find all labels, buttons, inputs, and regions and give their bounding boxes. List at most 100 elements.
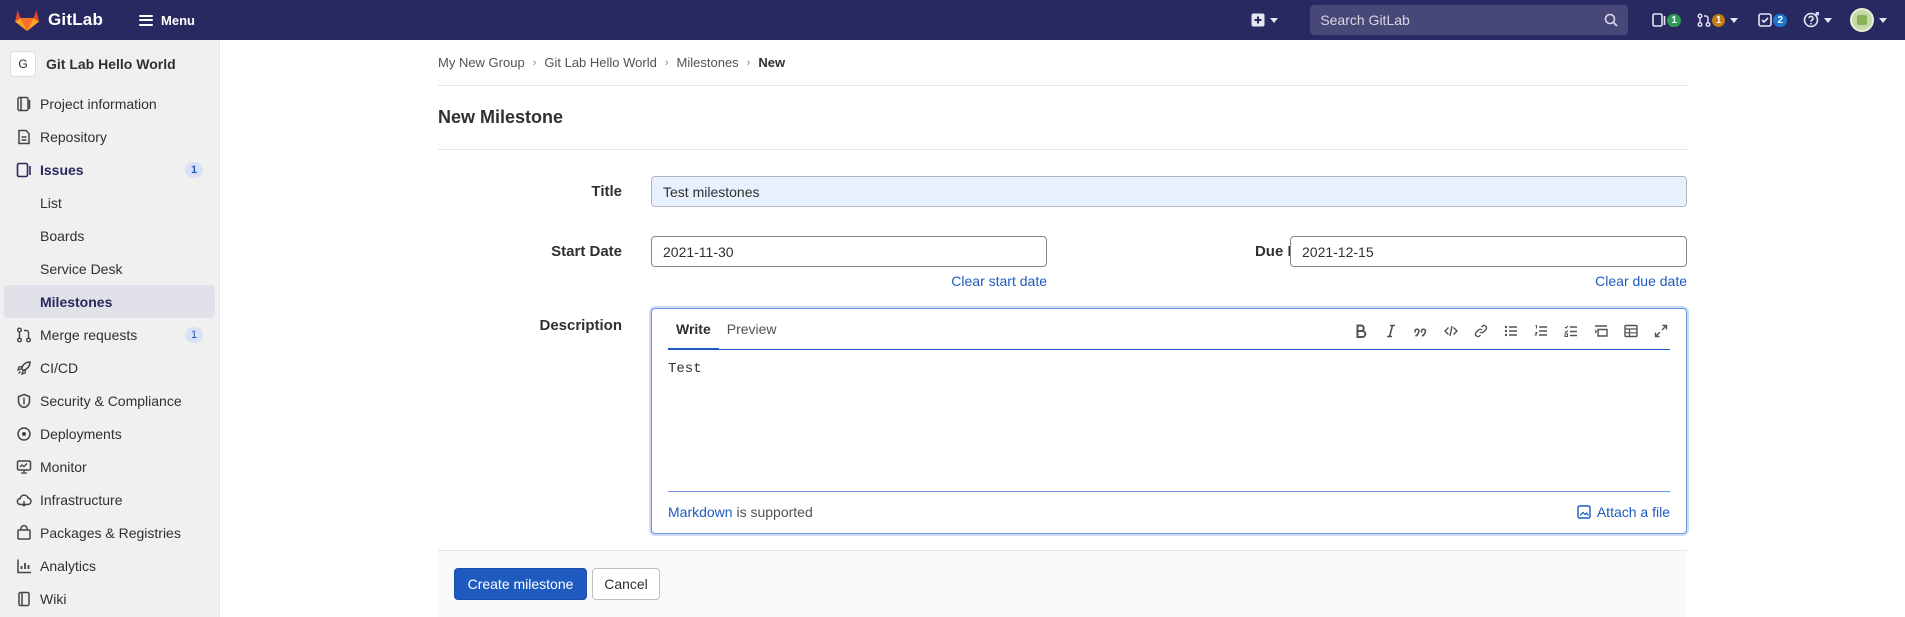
code-button[interactable] (1436, 319, 1466, 343)
package-icon (17, 524, 31, 540)
project-avatar: G (10, 50, 36, 77)
markdown-hint: Markdown is supported (668, 504, 813, 520)
sidebar-item-service-desk[interactable]: Service Desk (0, 252, 219, 285)
shield-icon (17, 393, 31, 408)
sidebar-item-label: Boards (40, 227, 85, 244)
search-icon (1605, 13, 1618, 27)
sidebar-item-infrastructure[interactable]: Infrastructure (0, 483, 219, 516)
menu-label: Menu (161, 12, 195, 28)
collapsible-section-button[interactable] (1586, 319, 1616, 343)
merge-requests-nav-button[interactable]: 1 (1697, 13, 1739, 27)
sidebar-item-label: Service Desk (40, 260, 123, 277)
issues-count-badge: 1 (185, 162, 203, 178)
table-button[interactable] (1616, 319, 1646, 343)
sidebar-item-merge-requests[interactable]: Merge requests 1 (0, 318, 219, 351)
bullet-list-button[interactable] (1496, 319, 1526, 343)
hamburger-icon (139, 14, 154, 26)
chevron-down-icon (1824, 17, 1832, 23)
issues-count-badge: 1 (1667, 13, 1681, 27)
help-button[interactable] (1803, 12, 1832, 28)
bullet-list-icon (1504, 325, 1517, 337)
user-menu-button[interactable] (1850, 8, 1887, 32)
search-box[interactable] (1310, 5, 1629, 35)
create-milestone-button[interactable]: Create milestone (454, 568, 587, 600)
new-dropdown-button[interactable] (1251, 13, 1279, 27)
markdown-help-link[interactable]: Markdown (668, 504, 733, 520)
markdown-toolbar (1346, 319, 1676, 343)
gitlab-logo-icon (15, 10, 39, 31)
quote-button[interactable] (1406, 319, 1436, 343)
markdown-hint-suffix: is supported (732, 503, 813, 520)
link-button[interactable] (1466, 319, 1496, 343)
deployments-icon (17, 426, 31, 441)
sidebar-item-project-information[interactable]: Project information (0, 87, 219, 120)
issues-icon (1652, 13, 1666, 27)
attach-file-label: Attach a file (1596, 503, 1670, 520)
todos-nav-button[interactable]: 2 (1758, 13, 1787, 27)
title-label: Title (591, 183, 622, 200)
breadcrumb-item-milestones[interactable]: Milestones (677, 55, 739, 70)
user-avatar (1850, 8, 1874, 32)
sidebar-item-monitor[interactable]: Monitor (0, 450, 219, 483)
sidebar-item-milestones[interactable]: Milestones (4, 285, 215, 318)
bold-button[interactable] (1346, 319, 1376, 343)
description-textarea[interactable]: Test (668, 361, 1670, 485)
main-content: My New Group › Git Lab Hello World › Mil… (438, 40, 1687, 617)
task-list-icon (1564, 325, 1577, 337)
chevron-right-icon: › (664, 56, 669, 69)
sidebar-item-deployments[interactable]: Deployments (0, 417, 219, 450)
numbered-list-button[interactable] (1526, 319, 1556, 343)
task-list-button[interactable] (1556, 319, 1586, 343)
italic-button[interactable] (1376, 319, 1406, 343)
sidebar-item-packages-registries[interactable]: Packages & Registries (0, 516, 219, 549)
search-input[interactable] (1320, 12, 1581, 28)
top-navbar: GitLab Menu 1 1 2 (0, 0, 1905, 40)
fullscreen-button[interactable] (1646, 319, 1676, 343)
sidebar-item-label: CI/CD (40, 359, 79, 376)
gitlab-home-link[interactable]: GitLab (14, 8, 103, 32)
sidebar-item-repository[interactable]: Repository (0, 120, 219, 153)
due-date-input[interactable] (1290, 236, 1687, 267)
description-label: Description (539, 317, 622, 334)
breadcrumb-item-project[interactable]: Git Lab Hello World (544, 55, 656, 70)
start-date-label: Start Date (551, 243, 622, 260)
sidebar-item-boards[interactable]: Boards (0, 219, 219, 252)
tab-write[interactable]: Write (668, 321, 719, 350)
sidebar-item-wiki[interactable]: Wiki (0, 582, 219, 615)
editor-footer: Markdown is supported Attach a file (668, 491, 1670, 531)
table-icon (1624, 324, 1638, 338)
breadcrumb-item-current[interactable]: New (758, 55, 785, 70)
sidebar-item-label: Analytics (40, 557, 97, 574)
document-icon (18, 129, 30, 144)
sidebar-item-label: Merge requests (40, 326, 138, 343)
sidebar-item-issues[interactable]: Issues 1 (0, 153, 219, 186)
issues-nav-button[interactable]: 1 (1652, 13, 1681, 27)
quote-icon (1414, 328, 1427, 337)
attach-file-button[interactable]: Attach a file (1577, 504, 1670, 520)
merge-request-icon (1697, 13, 1711, 27)
title-input[interactable] (651, 176, 1687, 207)
cancel-button[interactable]: Cancel (592, 568, 660, 600)
sidebar-project-header[interactable]: G Git Lab Hello World (0, 40, 219, 87)
tab-preview[interactable]: Preview (719, 321, 785, 349)
clear-due-date-link[interactable]: Clear due date (1587, 273, 1687, 289)
breadcrumb-item-group[interactable]: My New Group (438, 55, 525, 70)
sidebar-item-analytics[interactable]: Analytics (0, 549, 219, 582)
sidebar-item-security-compliance[interactable]: Security & Compliance (0, 384, 219, 417)
menu-button[interactable]: Menu (131, 7, 203, 34)
sidebar-item-list[interactable]: List (0, 186, 219, 219)
project-name: Git Lab Hello World (46, 55, 176, 72)
sidebar-item-label: Repository (40, 128, 107, 145)
project-icon (17, 96, 31, 111)
form-actions: Create milestone Cancel (438, 550, 1687, 617)
todo-check-icon (1758, 13, 1773, 27)
page-title: New Milestone (438, 86, 1687, 150)
sidebar-item-ci-cd[interactable]: CI/CD (0, 351, 219, 384)
start-date-input[interactable] (651, 236, 1047, 267)
breadcrumb: My New Group › Git Lab Hello World › Mil… (438, 40, 1687, 86)
clear-start-date-link[interactable]: Clear start date (947, 273, 1047, 289)
chart-icon (17, 559, 31, 573)
merge-requests-count-badge: 1 (185, 327, 203, 343)
sidebar-item-label: Wiki (40, 590, 67, 607)
sidebar-item-label: Infrastructure (40, 491, 123, 508)
